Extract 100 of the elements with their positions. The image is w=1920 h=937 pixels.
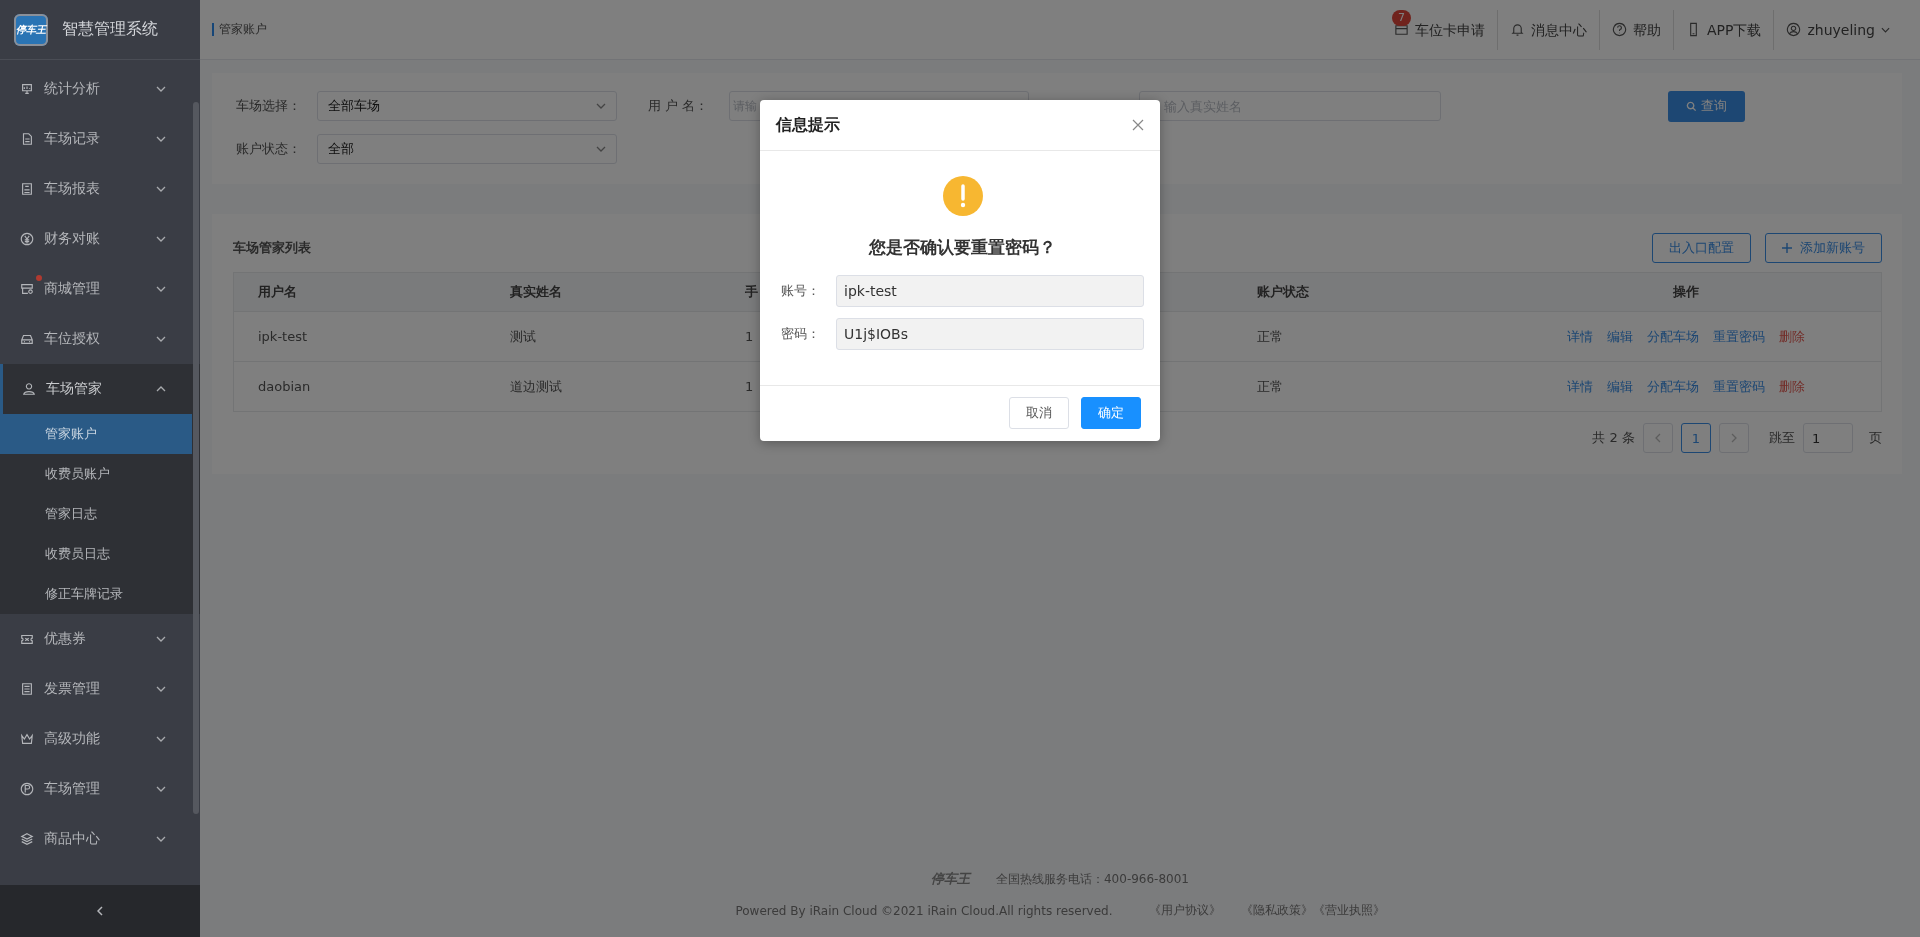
copyright-text: Powered By iRain Cloud ©2021 iRain Cloud.All rights reserved. (735, 903, 1113, 918)
footer-link[interactable]: 《隐私政策》 (1240, 902, 1313, 919)
dialog-question: 您是否确认要重置密码？ (869, 236, 1056, 259)
menu-item[interactable]: 车场报表 (0, 164, 200, 214)
chevron-left-icon (1655, 433, 1661, 443)
menu-icon (20, 782, 34, 796)
chevron-icon (156, 236, 166, 242)
table-cell-text: 正常 (1256, 377, 1284, 396)
collapse-icon[interactable] (97, 906, 103, 916)
header-icon (1612, 22, 1627, 37)
select-field[interactable]: 全部 (317, 134, 617, 164)
cancel-button[interactable]: 取消 (1009, 397, 1069, 429)
table-cell-text: 正常 (1256, 327, 1284, 346)
footer-link[interactable]: 《用户协议》 (1148, 902, 1221, 919)
footer-link[interactable]: 《营业执照》 (1312, 902, 1385, 919)
column-header: 手 (744, 283, 758, 301)
chevron-icon (156, 786, 166, 792)
submenu-item[interactable]: 收费员日志 (0, 534, 200, 574)
submenu-item[interactable]: 收费员账户 (0, 454, 200, 494)
menu-item[interactable]: 统计分析 (0, 64, 200, 114)
action-link[interactable]: 编辑 (1607, 327, 1633, 346)
add-button[interactable]: 添加新账号 (1765, 233, 1882, 263)
prev-page-button[interactable] (1643, 423, 1673, 453)
app-title: 智慧管理系统 (62, 19, 158, 40)
menu-item[interactable]: 车场管家 (0, 364, 200, 414)
confirm-button[interactable]: 确定 (1081, 397, 1141, 429)
close-icon[interactable] (1132, 119, 1144, 131)
menu-item[interactable]: 商品中心 (0, 814, 200, 864)
submenu-item[interactable]: 修正车牌记录 (0, 574, 200, 614)
menu-icon (20, 282, 34, 296)
warning-icon (942, 176, 983, 216)
input-field[interactable]: U1j$IOBs (836, 318, 1144, 350)
chevron-icon (156, 636, 166, 642)
submenu-item[interactable]: 管家账户 (0, 414, 192, 454)
table-title: 车场管家列表 (233, 239, 311, 257)
plus-icon (1782, 243, 1792, 253)
menu-item[interactable]: 车场管理 (0, 764, 200, 814)
dialog-title: 信息提示 (776, 114, 840, 136)
table-cell-text: ipk-test (257, 329, 309, 344)
filter-label: 账户状态： (236, 140, 302, 158)
logo: 停车王 (14, 13, 48, 46)
action-link[interactable]: 详情 (1567, 377, 1593, 396)
chevron-icon (156, 686, 166, 692)
submenu-item[interactable]: 管家日志 (0, 494, 200, 534)
menu-item[interactable]: 财务对账 (0, 214, 200, 264)
search-icon (1686, 100, 1697, 112)
caret-icon (1881, 26, 1890, 33)
table-cell-text: daobian (257, 379, 312, 394)
menu-item[interactable]: 优惠券 (0, 614, 200, 664)
menu-icon (20, 82, 34, 96)
chevron-icon (156, 86, 166, 92)
menu-item[interactable]: 高级功能 (0, 714, 200, 764)
header-link[interactable]: 消息中心 (1497, 9, 1599, 50)
menu-item[interactable]: 车场记录 (0, 114, 200, 164)
menu-item[interactable]: 车位授权 (0, 314, 200, 364)
caret-icon (596, 146, 606, 152)
action-link[interactable]: 分配车场 (1647, 327, 1699, 346)
header-link[interactable]: APP下载 (1673, 9, 1774, 50)
chevron-icon (156, 336, 166, 342)
breadcrumb[interactable]: 管家账户 (212, 23, 267, 36)
chevron-icon (156, 836, 166, 842)
input-field[interactable]: ipk-test (836, 275, 1144, 307)
next-page-button[interactable] (1719, 423, 1749, 453)
menu-icon (20, 732, 34, 746)
menu-item[interactable]: 商城管理 (0, 264, 200, 314)
field-label: 账号： (781, 282, 821, 300)
action-link[interactable]: 编辑 (1607, 377, 1633, 396)
chevron-icon (156, 386, 166, 392)
action-link[interactable]: 详情 (1567, 327, 1593, 346)
scrollbar[interactable] (193, 102, 199, 814)
menu-item[interactable]: 发票管理 (0, 664, 200, 714)
action-link[interactable]: 重置密码 (1713, 377, 1765, 396)
table-cell-text: 测试 (509, 327, 537, 346)
header-icon (1394, 22, 1409, 37)
column-header: 账户状态 (1256, 283, 1310, 301)
header-icon (1510, 22, 1525, 37)
caret-icon (596, 103, 606, 109)
header-link[interactable]: 帮助 (1599, 9, 1673, 50)
action-link[interactable]: 分配车场 (1647, 377, 1699, 396)
action-link[interactable]: 重置密码 (1713, 327, 1765, 346)
filter-label: 用 户 名： (648, 97, 710, 115)
chevron-icon (156, 736, 166, 742)
action-link[interactable]: 删除 (1779, 377, 1805, 396)
search-button[interactable]: 查询 (1668, 90, 1745, 122)
menu-icon (20, 632, 34, 646)
header-link[interactable]: 7 车位卡申请 (1382, 9, 1497, 50)
action-link[interactable]: 删除 (1779, 327, 1805, 346)
hotline-text: 全国热线服务电话：400-966-8001 (996, 870, 1189, 888)
select-field[interactable]: 全部车场 (317, 91, 617, 121)
table-cell-text: 1 (744, 379, 754, 394)
config-button[interactable]: 出入口配置 (1652, 233, 1751, 263)
page-button[interactable]: 1 (1681, 423, 1711, 453)
column-header: 用户名 (257, 283, 298, 301)
jump-label: 跳至 (1769, 429, 1795, 447)
page-input[interactable]: 1 (1803, 423, 1853, 453)
menu-icon (22, 382, 36, 396)
user-menu[interactable]: zhuyeling (1773, 9, 1902, 50)
menu-icon (20, 682, 34, 696)
table-cell-text: 1 (744, 329, 754, 344)
menu-icon (20, 832, 34, 846)
